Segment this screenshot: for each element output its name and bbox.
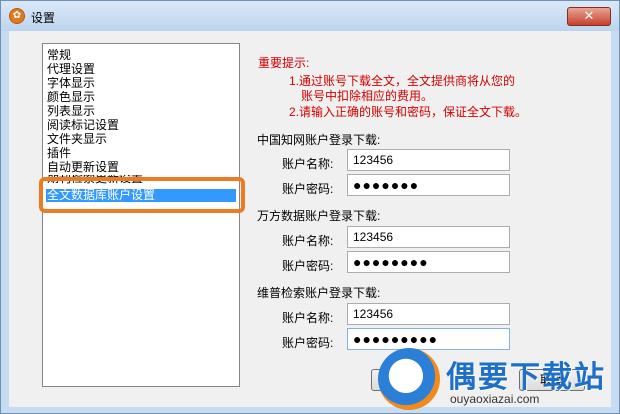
section-title-wanfang: 万方数据账户登录下载: <box>257 209 381 223</box>
nav-item-auto-update[interactable]: 自动更新设置 <box>46 161 236 174</box>
window-title: 设置 <box>31 11 56 25</box>
nav-item-read-mark[interactable]: 阅读标记设置 <box>46 119 236 132</box>
cnki-username-label: 账户名称: <box>282 157 334 171</box>
cnki-username-input[interactable] <box>347 149 510 171</box>
nav-item-proxy[interactable]: 代理设置 <box>46 63 236 76</box>
nav-item-color[interactable]: 颜色显示 <box>46 91 236 104</box>
nav-item-folder[interactable]: 文件夹显示 <box>46 133 236 146</box>
app-logo-icon: ✿ <box>9 8 25 24</box>
nav-item-plugins[interactable]: 插件 <box>46 147 236 160</box>
settings-category-list[interactable]: 常规 代理设置 字体显示 颜色显示 列表显示 阅读标记设置 文件夹显示 插件 自… <box>42 43 240 387</box>
selection-highlight-annotation <box>39 177 245 213</box>
wanfang-password-label: 账户密码: <box>282 259 334 273</box>
watermark-logo-icon <box>378 348 440 410</box>
notice-line-2: 账号中扣除相应的费用。 <box>301 89 434 103</box>
site-watermark: 偶要下载站 ouyaoxiazai.com <box>374 346 620 414</box>
nav-item-list[interactable]: 列表显示 <box>46 105 236 118</box>
nav-item-general[interactable]: 常规 <box>46 49 236 62</box>
vip-password-label: 账户密码: <box>282 336 334 350</box>
wanfang-username-label: 账户名称: <box>282 234 334 248</box>
notice-line-3: 2.请输入正确的账号和密码，保证全文下载。 <box>289 105 528 119</box>
vip-username-label: 账户名称: <box>282 311 334 325</box>
wanfang-username-input[interactable] <box>347 226 510 248</box>
cnki-password-input[interactable] <box>347 174 510 196</box>
vip-username-input[interactable] <box>347 303 510 325</box>
cnki-password-label: 账户密码: <box>282 182 334 196</box>
notice-title: 重要提示: <box>258 56 310 70</box>
title-bar[interactable]: ✿ 设置 ✕ <box>1 1 619 31</box>
nav-item-font[interactable]: 字体显示 <box>46 77 236 90</box>
watermark-url: ouyaoxiazai.com <box>450 392 540 406</box>
section-title-vip: 维普检索账户登录下载: <box>257 286 381 300</box>
section-title-cnki: 中国知网账户登录下载: <box>257 133 381 147</box>
watermark-brand: 偶要下载站 <box>446 360 606 395</box>
close-button[interactable]: ✕ <box>567 7 611 26</box>
wanfang-password-input[interactable] <box>347 251 510 273</box>
